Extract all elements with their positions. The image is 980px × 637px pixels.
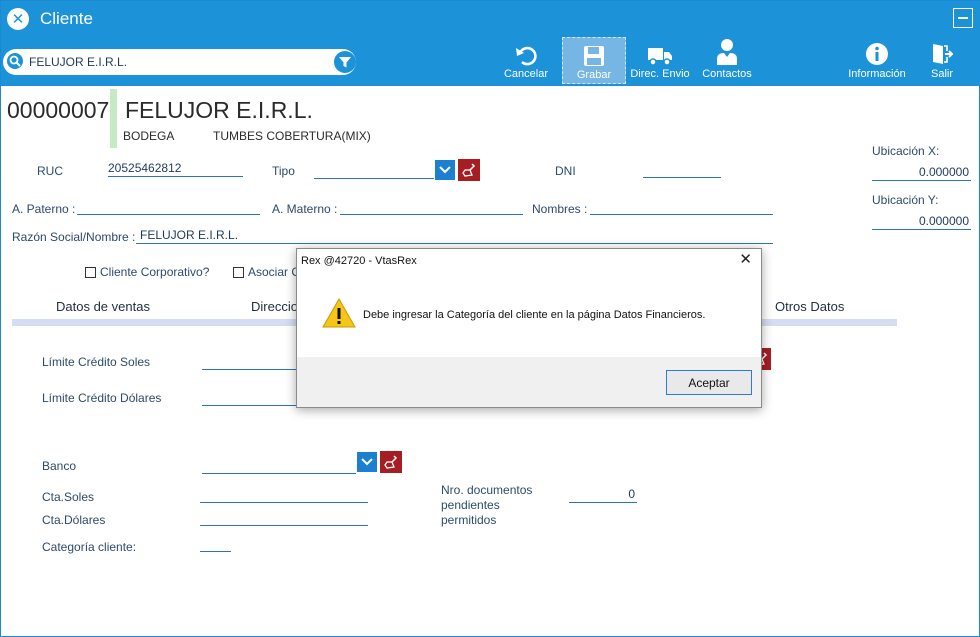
- dialog-footer: Aceptar: [297, 357, 761, 407]
- client-type: BODEGA: [123, 129, 175, 143]
- minimize-window-icon[interactable]: [953, 8, 973, 28]
- tab-addresses[interactable]: Direccio: [251, 299, 298, 314]
- location-y-field[interactable]: 0.000000: [872, 214, 971, 230]
- broom-icon: [384, 455, 398, 469]
- credit-limit-soles-label: Límite Crédito Soles: [42, 355, 151, 369]
- dialog-message: Debe ingresar la Categoría del cliente e…: [363, 309, 706, 321]
- pending-docs-label-2: pendientes: [441, 498, 500, 512]
- exit-button[interactable]: Salir: [923, 37, 961, 84]
- tab-sales-data[interactable]: Datos de ventas: [56, 299, 150, 314]
- paternal-surname-label: A. Paterno :: [12, 202, 76, 216]
- account-dollars-field[interactable]: [200, 510, 368, 526]
- associate-checkbox[interactable]: Asociar C: [233, 265, 300, 279]
- broom-icon: [462, 163, 476, 177]
- toolbar: Cancelar Grabar Direc. Envio Contactos I…: [1, 37, 980, 86]
- location-x-label: Ubicación X:: [872, 144, 940, 158]
- cancel-button[interactable]: Cancelar: [501, 37, 551, 84]
- client-code: 00000007: [7, 97, 110, 123]
- first-names-field[interactable]: [590, 199, 773, 215]
- window-title: Cliente: [40, 9, 93, 28]
- location-y-label: Ubicación Y:: [872, 193, 939, 207]
- paternal-surname-field[interactable]: [77, 199, 260, 215]
- client-category-field[interactable]: [200, 536, 231, 552]
- bank-clear-button[interactable]: [380, 451, 402, 473]
- associate-label: Asociar C: [248, 265, 301, 279]
- account-soles-field[interactable]: [200, 487, 368, 503]
- corporate-client-checkbox[interactable]: Cliente Corporativo?: [85, 265, 209, 279]
- type-select[interactable]: [314, 163, 434, 179]
- client-category-label: Categoría cliente:: [42, 540, 137, 554]
- truck-icon: [648, 48, 672, 66]
- bank-dropdown-button[interactable]: [357, 452, 377, 472]
- information-button[interactable]: Información: [845, 37, 909, 84]
- client-window: ✕ Cliente Cancelar Grabar Direc.: [0, 0, 980, 637]
- credit-limit-dollars-label: Límite Crédito Dólares: [42, 391, 162, 405]
- type-dropdown-button[interactable]: [435, 160, 455, 180]
- corporate-client-label: Cliente Corporativo?: [100, 265, 210, 279]
- search-input[interactable]: [29, 52, 329, 72]
- bank-select[interactable]: [202, 458, 356, 474]
- first-names-label: Nombres :: [532, 202, 588, 216]
- save-button[interactable]: Grabar: [562, 37, 626, 84]
- close-window-icon[interactable]: ✕: [7, 8, 29, 30]
- pending-docs-label-1: Nro. documentos: [441, 483, 533, 497]
- dni-label: DNI: [555, 164, 576, 178]
- exit-door-icon: [933, 44, 953, 64]
- maternal-surname-field[interactable]: [340, 199, 523, 215]
- credit-limit-soles-field[interactable]: [202, 354, 296, 370]
- shipping-address-button[interactable]: Direc. Envio: [629, 37, 691, 84]
- undo-icon: [516, 46, 537, 66]
- checkbox-box: [85, 266, 96, 278]
- message-dialog: Rex @42720 - VtasRex ✕ Debe ingresar la …: [296, 248, 762, 408]
- ruc-label: RUC: [37, 164, 63, 178]
- location-x-field[interactable]: 0.000000: [872, 165, 971, 181]
- ruc-field[interactable]: 20525462812: [108, 161, 243, 177]
- business-name-label: Razón Social/Nombre :: [12, 230, 136, 244]
- client-coverage: TUMBES COBERTURA(MIX): [213, 129, 371, 143]
- filter-icon[interactable]: [334, 51, 356, 73]
- accept-button[interactable]: Aceptar: [666, 370, 752, 395]
- info-icon: [866, 43, 888, 65]
- account-soles-label: Cta.Soles: [42, 490, 95, 504]
- status-bar: [110, 89, 117, 148]
- business-name-field[interactable]: FELUJOR E.I.R.L.: [136, 228, 773, 244]
- chevron-down-icon: [361, 458, 373, 466]
- type-label: Tipo: [272, 164, 295, 178]
- maternal-surname-label: A. Materno :: [272, 202, 338, 216]
- dni-field[interactable]: [643, 162, 721, 178]
- floppy-disk-icon: [584, 46, 604, 66]
- warning-icon: [322, 297, 356, 328]
- person-icon: [717, 39, 737, 65]
- account-dollars-label: Cta.Dólares: [42, 513, 106, 527]
- search-box: [3, 49, 356, 75]
- type-clear-button[interactable]: [458, 159, 480, 181]
- bank-label: Banco: [42, 459, 77, 473]
- dialog-close-icon[interactable]: ✕: [739, 252, 752, 267]
- pending-docs-field[interactable]: 0: [569, 487, 637, 503]
- chevron-down-icon: [439, 166, 451, 174]
- dialog-title: Rex @42720 - VtasRex: [301, 255, 417, 267]
- credit-limit-dollars-field[interactable]: [202, 390, 296, 406]
- contacts-button[interactable]: Contactos: [699, 37, 755, 84]
- tab-other-data[interactable]: Otros Datos: [775, 299, 844, 314]
- pending-docs-label-3: permitidos: [441, 513, 497, 527]
- search-icon: [7, 53, 23, 69]
- checkbox-box: [233, 266, 244, 278]
- title-bar: ✕ Cliente: [1, 1, 980, 37]
- client-name: FELUJOR E.I.R.L.: [125, 97, 313, 123]
